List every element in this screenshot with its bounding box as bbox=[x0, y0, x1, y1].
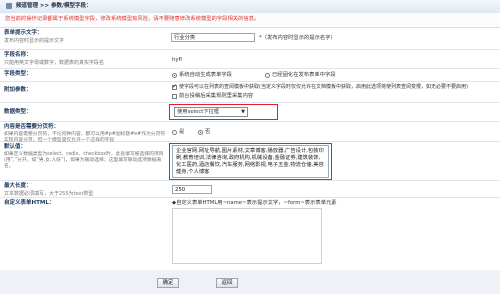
default-value-hint: 如果定义数据类型为select、radio、checkbox时，此处填写被选择的… bbox=[4, 151, 164, 169]
row-prompt-text: 表单提示文字： 发布内容时显示的提示文字 行业分类 *（发布内容时显示的提示名字… bbox=[0, 28, 500, 50]
max-length-input[interactable]: 250 bbox=[172, 185, 212, 194]
warning-notice: 您当前的操作记录都属于系统模型字段，修改系统模型有风险，请不要随意修改系统模型的… bbox=[0, 13, 500, 28]
prompt-text-input[interactable]: 行业分类 bbox=[171, 33, 255, 42]
prompt-text-note: *（发布内容时显示的提示名字） bbox=[259, 35, 336, 41]
breadcrumb: 频道管理 >> 参数/模型字段： bbox=[16, 3, 92, 9]
custom-html-note: ◆自定义表单HTML用~name~表示提示文字，~form~表示表单元素 bbox=[172, 200, 337, 206]
radio-icon[interactable] bbox=[172, 72, 177, 78]
highlight-default-value bbox=[169, 143, 332, 180]
default-value-label: 默认值： bbox=[4, 144, 27, 150]
radio-icon[interactable] bbox=[172, 129, 177, 135]
row-custom-html: 自定义表单HTML： ◆自定义表单HTML用~name~表示提示文字，~form… bbox=[0, 198, 500, 270]
checkbox-icon[interactable] bbox=[172, 83, 177, 90]
warning-text: 您当前的操作记录都属于系统模型字段，修改系统模型有风险，请不要随意修改系统模型的… bbox=[5, 16, 260, 22]
home-icon bbox=[6, 3, 12, 9]
row-field-name: 字段名称： 只能用英文字母或数字，数据表的真实字段名 hyfl bbox=[0, 50, 500, 69]
prompt-text-hint: 发布内容时显示的提示文字 bbox=[4, 37, 65, 44]
row-field-type: 字段类型： 系统自动生成表单字段 已经固化在发布表单中字段 bbox=[0, 69, 500, 82]
field-type-option-auto[interactable]: 系统自动生成表单字段 bbox=[172, 72, 232, 79]
pagination-option-yes[interactable]: 是 bbox=[172, 129, 184, 136]
breadcrumb-bar: 频道管理 >> 参数/模型字段： bbox=[0, 0, 500, 14]
row-max-length: 最大长度： 文本数据必须填写，大于255为text类型 250 bbox=[0, 181, 500, 198]
pagination-option-no[interactable]: 否 bbox=[198, 129, 210, 136]
field-name-hint: 只能用英文字母或数字，数据表的真实字段名 bbox=[4, 59, 105, 66]
extra-param-list-option[interactable]: 使字段可以在列表的查阅模板中获取(当定义字段时仅仅允许在文档模板中获取，启用此选… bbox=[172, 83, 468, 91]
row-extra-params: 附加参数： 使字段可以在列表的查阅模板中获取(当定义字段时仅仅允许在文档模板中获… bbox=[0, 82, 500, 103]
checkbox-icon[interactable] bbox=[172, 93, 177, 99]
ok-button[interactable]: 确定 bbox=[157, 278, 179, 288]
extra-params-label: 附加参数： bbox=[4, 87, 32, 93]
row-pagination: 内容是否需要分页符： 如果内容需要分页符，不论何种内容，都可以用#p#副标题#e… bbox=[0, 122, 500, 143]
field-name-value: hyfl bbox=[172, 57, 182, 63]
highlight-data-type bbox=[169, 104, 278, 120]
radio-icon[interactable] bbox=[198, 129, 203, 135]
field-type-option-fixed[interactable]: 已经固化在发布表单中字段 bbox=[265, 72, 336, 79]
data-type-label: 数据类型： bbox=[4, 109, 32, 115]
custom-html-textarea[interactable] bbox=[172, 208, 322, 264]
max-length-label: 最大长度： bbox=[4, 183, 32, 189]
max-length-hint: 文本数据必须填写，大于255为text类型 bbox=[4, 190, 94, 197]
prompt-text-label: 表单提示文字： bbox=[4, 30, 43, 36]
pagination-label: 内容是否需要分页符： bbox=[4, 124, 60, 130]
back-button[interactable]: 返回 bbox=[216, 278, 238, 288]
radio-icon[interactable] bbox=[265, 72, 270, 78]
extra-param-collect-option[interactable]: 前台投稿后采集规则里采集内容 bbox=[172, 93, 253, 100]
field-name-label: 字段名称： bbox=[4, 52, 32, 58]
custom-html-label: 自定义表单HTML： bbox=[4, 200, 55, 206]
field-type-label: 字段类型： bbox=[4, 71, 32, 77]
action-bar: 确定 返回 bbox=[0, 270, 500, 294]
